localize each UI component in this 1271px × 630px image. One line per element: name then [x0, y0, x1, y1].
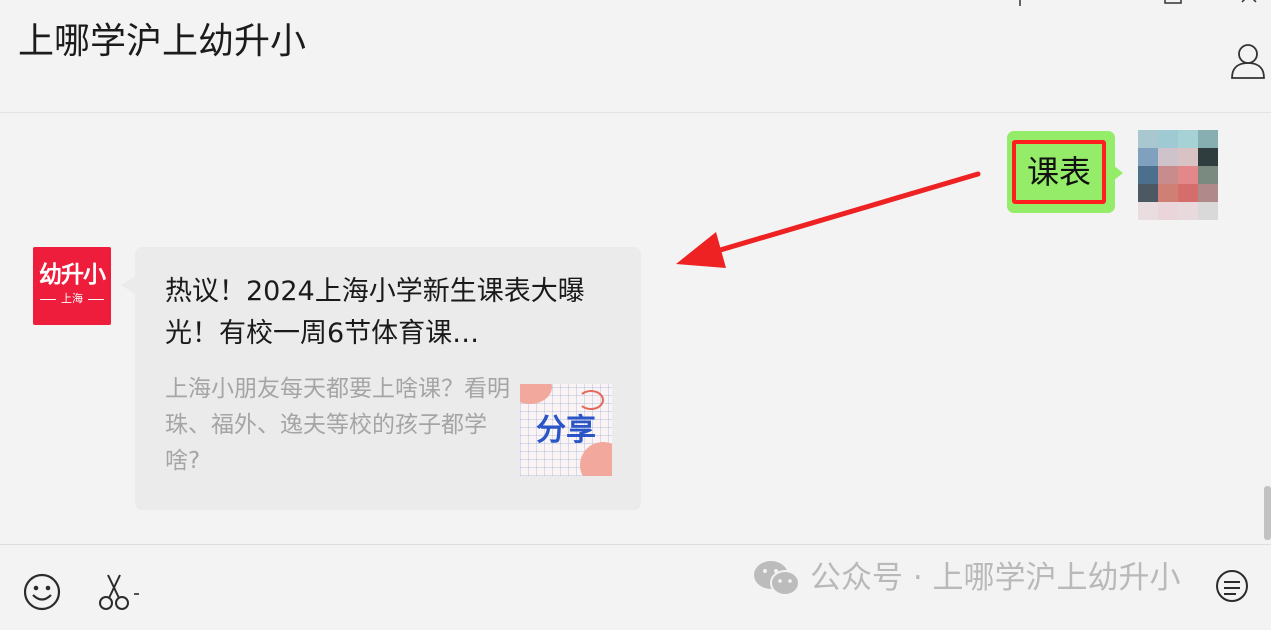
article-description: 上海小朋友每天都要上啥课？看明珠、福外、逸夫等校的孩子都学啥? [165, 376, 510, 474]
logo-subtext: 上海 [61, 292, 83, 305]
bubble-tail [1113, 165, 1123, 181]
red-arrow-annotation [676, 171, 981, 268]
chat-header: 上哪学沪上幼升小 [0, 0, 1271, 113]
scissors-icon[interactable] [98, 572, 142, 612]
thumbnail-text: 分享 [536, 413, 596, 448]
maximize-icon[interactable] [1163, 0, 1183, 8]
pin-icon[interactable] [1010, 0, 1030, 8]
watermark-text: 公众号 · 上哪学沪上幼升小 [810, 560, 1181, 596]
more-icon[interactable] [1212, 568, 1252, 608]
scrollbar-thumb[interactable] [1264, 486, 1271, 540]
thumbnail-decoration [520, 384, 552, 404]
bubble-tail [121, 276, 135, 294]
emoji-icon[interactable] [22, 572, 62, 612]
article-title: 热议！2024上海小学新生课表大曝光！有校一周6节体育课… [165, 276, 585, 349]
wechat-icon [754, 561, 800, 596]
thumbnail-decoration [578, 390, 604, 410]
my-avatar[interactable] [1138, 130, 1218, 220]
logo-text: 幼升小 [39, 262, 106, 288]
red-highlight-box [1012, 140, 1106, 204]
close-icon[interactable] [1240, 0, 1260, 8]
profile-icon[interactable] [1228, 40, 1268, 80]
minimize-icon[interactable] [1088, 0, 1108, 8]
chat-title: 上哪学沪上幼升小 [18, 21, 307, 62]
sender-avatar[interactable]: 幼升小 上海 [33, 247, 111, 325]
article-thumbnail: 分享 [520, 384, 612, 476]
article-card[interactable]: 热议！2024上海小学新生课表大曝光！有校一周6节体育课… 上海小朋友每天都要上… [135, 247, 641, 510]
